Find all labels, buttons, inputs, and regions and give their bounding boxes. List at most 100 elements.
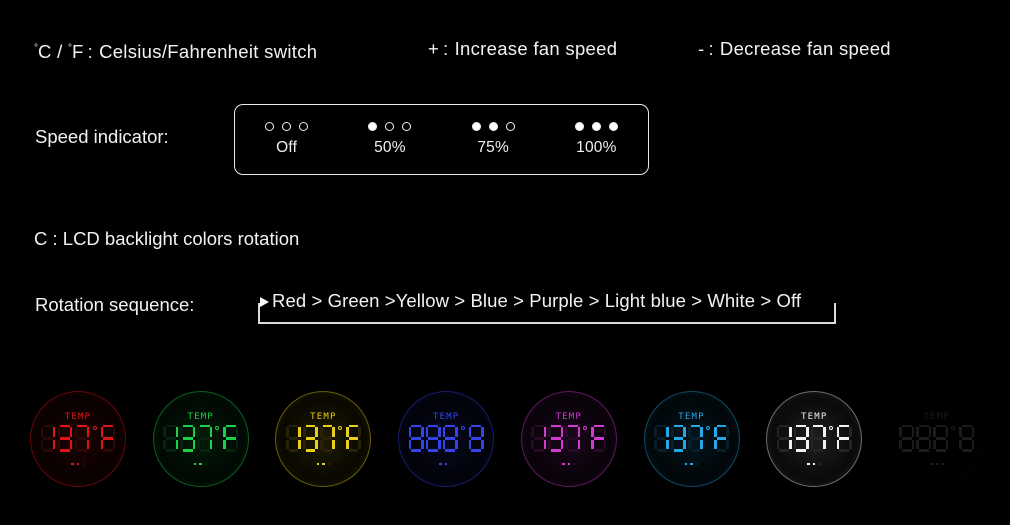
- segment-g: [919, 436, 929, 440]
- segment-e: [408, 439, 412, 450]
- segment-g: [199, 436, 210, 440]
- segment-a: [322, 424, 333, 428]
- segment-d: [593, 449, 604, 452]
- segment-c: [726, 439, 729, 450]
- seven-segment-digit: [100, 424, 116, 452]
- speed-dot-hollow: [265, 122, 275, 131]
- degree-ring: [706, 425, 711, 430]
- segment-a: [428, 424, 438, 428]
- lcd-status-dot: [71, 462, 74, 466]
- segment-f: [345, 427, 349, 438]
- segment-e: [285, 439, 289, 450]
- segment-d: [656, 449, 667, 452]
- segment-d: [305, 449, 316, 452]
- segment-e: [40, 439, 44, 450]
- segment-d: [445, 449, 455, 452]
- segment-f: [408, 427, 412, 438]
- segment-b: [823, 427, 826, 438]
- segment-g: [288, 436, 299, 440]
- speed-dot-row: [368, 122, 412, 131]
- lcd-status-dots: [684, 462, 699, 466]
- segment-b: [455, 427, 458, 438]
- segment-d: [322, 449, 333, 452]
- segment-d: [779, 449, 790, 452]
- seven-segment-digit: [688, 424, 703, 452]
- speed-step-off: Off: [235, 122, 338, 157]
- seven-segment-digit: [223, 424, 239, 452]
- segment-g: [936, 436, 946, 440]
- segment-f: [836, 427, 840, 438]
- segment-d: [165, 449, 176, 452]
- seven-segment-digit: [468, 424, 484, 452]
- speed-dot-filled: [608, 122, 618, 131]
- seven-segment-digit: [933, 424, 949, 452]
- segment-d: [962, 449, 972, 452]
- segment-a: [103, 424, 113, 428]
- lcd-digit-group: [776, 424, 852, 455]
- segment-b: [112, 427, 116, 438]
- segment-c: [911, 439, 915, 450]
- segment-a: [779, 424, 790, 428]
- lcd-status-dot: [562, 462, 565, 466]
- lcd-temp-label: TEMP: [432, 411, 460, 422]
- segment-b: [849, 427, 852, 438]
- loop-right-line: [834, 303, 836, 324]
- segment-d: [103, 449, 113, 452]
- speed-indicator-box: Off 50% 75% 100%: [234, 104, 649, 175]
- legend-item-increase-fan-speed: +: Increase fan speed: [428, 36, 617, 62]
- segment-d: [690, 449, 701, 452]
- segment-b: [806, 427, 809, 438]
- segment-f: [688, 427, 691, 438]
- seven-segment-digit: [531, 424, 547, 452]
- segment-b: [577, 427, 581, 438]
- segment-a: [348, 424, 359, 428]
- seven-segment-digit: [40, 424, 56, 452]
- segment-g: [43, 436, 53, 440]
- lcd-degree-symbol-icon: [460, 425, 467, 452]
- segment-c: [481, 439, 484, 450]
- seven-segment-digit: [285, 424, 301, 452]
- segment-e: [899, 439, 903, 450]
- degree-ring: [92, 425, 97, 430]
- segment-e: [425, 439, 429, 450]
- segment-c: [543, 439, 547, 450]
- segment-f: [57, 427, 61, 438]
- segment-a: [936, 424, 946, 428]
- segment-a: [411, 424, 421, 428]
- segment-g: [322, 436, 333, 440]
- lcd-status-dot: [695, 462, 699, 466]
- lcd-degree-symbol-icon: [705, 425, 712, 452]
- segment-a: [165, 424, 176, 428]
- lcd-digit-group: [408, 424, 484, 455]
- lcd-degree-symbol-icon: [950, 425, 957, 452]
- segment-g: [796, 436, 807, 440]
- segment-e: [933, 439, 937, 450]
- segment-d: [182, 449, 193, 452]
- lcd-status-dot: [199, 462, 202, 466]
- seven-segment-digit: [197, 424, 213, 452]
- segment-g: [411, 436, 421, 440]
- segment-a: [690, 424, 701, 428]
- segment-g: [716, 436, 727, 440]
- seven-segment-digit: [793, 424, 809, 452]
- segment-a: [225, 424, 236, 428]
- legend-desc-decrease: Decrease fan speed: [719, 38, 891, 59]
- segment-e: [163, 439, 166, 450]
- segment-a: [77, 424, 87, 428]
- segment-g: [77, 436, 87, 440]
- segment-e: [688, 439, 691, 450]
- segment-b: [315, 427, 318, 438]
- lcd-status-dots: [562, 462, 576, 466]
- speed-step-label: 75%: [477, 139, 509, 156]
- degree-ring: [460, 425, 465, 430]
- segment-f: [531, 427, 534, 438]
- seven-segment-digit: [345, 424, 361, 452]
- segment-g: [103, 436, 113, 440]
- segment-c: [209, 439, 213, 450]
- lcd-digit-group: [654, 424, 729, 455]
- segment-g: [60, 436, 70, 440]
- seven-segment-digit: [836, 424, 852, 452]
- seven-segment-digit: [180, 424, 196, 452]
- lcd-status-dots: [316, 462, 331, 466]
- segment-a: [550, 424, 561, 428]
